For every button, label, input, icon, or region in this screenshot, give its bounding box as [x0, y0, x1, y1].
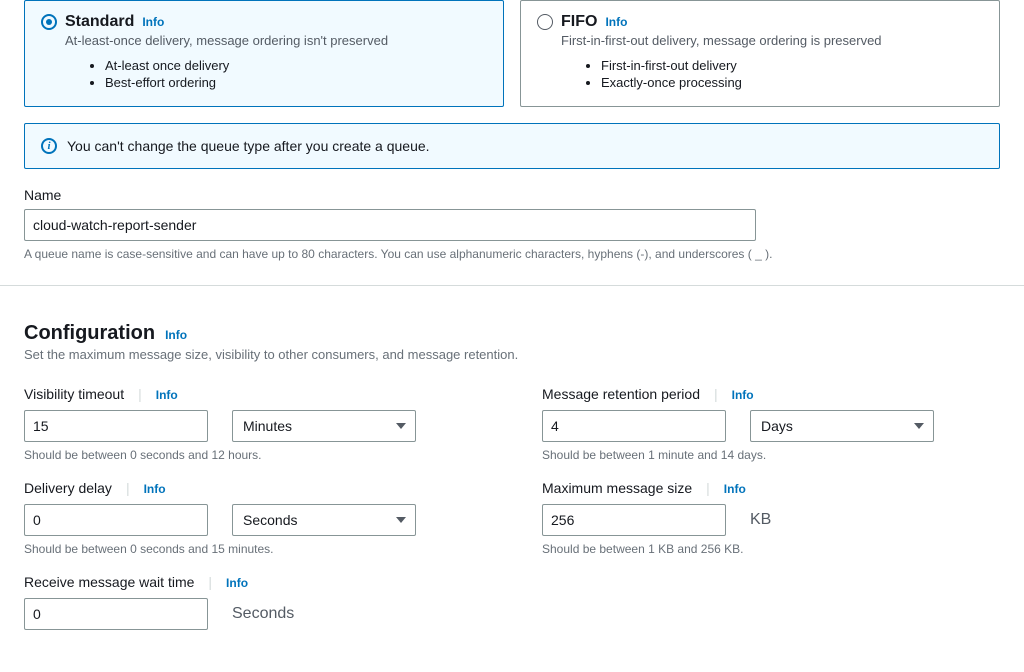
delay-input[interactable]: [24, 504, 208, 536]
maxsize-label: Maximum message size: [542, 480, 692, 496]
max-message-size-field: Maximum message size | Info KB Should be…: [542, 480, 1000, 556]
retention-input-row: Days: [542, 410, 1000, 442]
standard-header: Standard Info: [41, 13, 487, 31]
standard-title: Standard: [65, 13, 134, 31]
delay-unit-wrap: Seconds: [232, 504, 416, 536]
maxsize-input[interactable]: [542, 504, 726, 536]
waittime-input-row: Seconds: [24, 598, 482, 630]
alert-text: You can't change the queue type after yo…: [67, 138, 430, 154]
name-helper: A queue name is case-sensitive and can h…: [24, 247, 1000, 261]
retention-input[interactable]: [542, 410, 726, 442]
config-header: Configuration Info Set the maximum messa…: [24, 310, 1000, 362]
delay-helper: Should be between 0 seconds and 15 minut…: [24, 542, 482, 556]
fifo-info-link[interactable]: Info: [605, 15, 627, 29]
delivery-delay-field: Delivery delay | Info Seconds Should be …: [24, 480, 482, 556]
receive-wait-time-field: Receive message wait time | Info Seconds: [24, 574, 482, 630]
queue-type-section: Standard Info At-least-once delivery, me…: [0, 0, 1024, 261]
delay-unit-select[interactable]: Seconds: [232, 504, 416, 536]
name-label: Name: [24, 187, 1000, 203]
fifo-bullet-2: Exactly-once processing: [601, 75, 983, 90]
queue-type-card-standard[interactable]: Standard Info At-least-once delivery, me…: [24, 0, 504, 107]
info-icon: i: [41, 138, 57, 154]
visibility-input-row: Minutes: [24, 410, 482, 442]
standard-desc: At-least-once delivery, message ordering…: [65, 33, 487, 48]
queue-type-row: Standard Info At-least-once delivery, me…: [24, 0, 1000, 107]
retention-unit-select[interactable]: Days: [750, 410, 934, 442]
waittime-label: Receive message wait time: [24, 574, 194, 590]
delay-info-link[interactable]: Info: [144, 482, 166, 496]
pipe: |: [706, 480, 710, 496]
radio-fifo[interactable]: [537, 14, 553, 30]
visibility-info-link[interactable]: Info: [156, 388, 178, 402]
visibility-helper: Should be between 0 seconds and 12 hours…: [24, 448, 482, 462]
maxsize-unit: KB: [750, 511, 771, 529]
waittime-label-row: Receive message wait time | Info: [24, 574, 482, 590]
retention-unit-wrap: Days: [750, 410, 934, 442]
fifo-desc: First-in-first-out delivery, message ord…: [561, 33, 983, 48]
config-grid: Visibility timeout | Info Minutes Should…: [24, 386, 1000, 648]
visibility-input[interactable]: [24, 410, 208, 442]
visibility-label: Visibility timeout: [24, 386, 124, 402]
delay-input-row: Seconds: [24, 504, 482, 536]
config-info-link[interactable]: Info: [165, 328, 187, 342]
configuration-section: Configuration Info Set the maximum messa…: [0, 286, 1024, 672]
delay-label-row: Delivery delay | Info: [24, 480, 482, 496]
config-col-right: Message retention period | Info Days Sho…: [542, 386, 1000, 648]
pipe: |: [714, 386, 718, 402]
waittime-input[interactable]: [24, 598, 208, 630]
visibility-unit-wrap: Minutes: [232, 410, 416, 442]
config-col-left: Visibility timeout | Info Minutes Should…: [24, 386, 482, 648]
config-title-row: Configuration Info: [24, 322, 1000, 345]
queue-type-card-fifo[interactable]: FIFO Info First-in-first-out delivery, m…: [520, 0, 1000, 107]
visibility-timeout-field: Visibility timeout | Info Minutes Should…: [24, 386, 482, 462]
queue-name-input[interactable]: [24, 209, 756, 241]
fifo-bullets: First-in-first-out delivery Exactly-once…: [601, 58, 983, 90]
fifo-title: FIFO: [561, 13, 597, 31]
retention-period-field: Message retention period | Info Days Sho…: [542, 386, 1000, 462]
pipe: |: [208, 574, 212, 590]
queue-type-alert: i You can't change the queue type after …: [24, 123, 1000, 169]
pipe: |: [138, 386, 142, 402]
fifo-bullet-1: First-in-first-out delivery: [601, 58, 983, 73]
retention-info-link[interactable]: Info: [732, 388, 754, 402]
retention-helper: Should be between 1 minute and 14 days.: [542, 448, 1000, 462]
standard-bullet-2: Best-effort ordering: [105, 75, 487, 90]
config-title: Configuration: [24, 322, 155, 345]
maxsize-label-row: Maximum message size | Info: [542, 480, 1000, 496]
maxsize-helper: Should be between 1 KB and 256 KB.: [542, 542, 1000, 556]
standard-bullets: At-least once delivery Best-effort order…: [105, 58, 487, 90]
pipe: |: [126, 480, 130, 496]
fifo-header: FIFO Info: [537, 13, 983, 31]
maxsize-info-link[interactable]: Info: [724, 482, 746, 496]
radio-standard[interactable]: [41, 14, 57, 30]
standard-info-link[interactable]: Info: [142, 15, 164, 29]
standard-bullet-1: At-least once delivery: [105, 58, 487, 73]
config-desc: Set the maximum message size, visibility…: [24, 347, 1000, 362]
retention-label-row: Message retention period | Info: [542, 386, 1000, 402]
waittime-info-link[interactable]: Info: [226, 576, 248, 590]
visibility-label-row: Visibility timeout | Info: [24, 386, 482, 402]
visibility-unit-select[interactable]: Minutes: [232, 410, 416, 442]
retention-label: Message retention period: [542, 386, 700, 402]
maxsize-input-row: KB: [542, 504, 1000, 536]
waittime-unit: Seconds: [232, 605, 294, 623]
delay-label: Delivery delay: [24, 480, 112, 496]
